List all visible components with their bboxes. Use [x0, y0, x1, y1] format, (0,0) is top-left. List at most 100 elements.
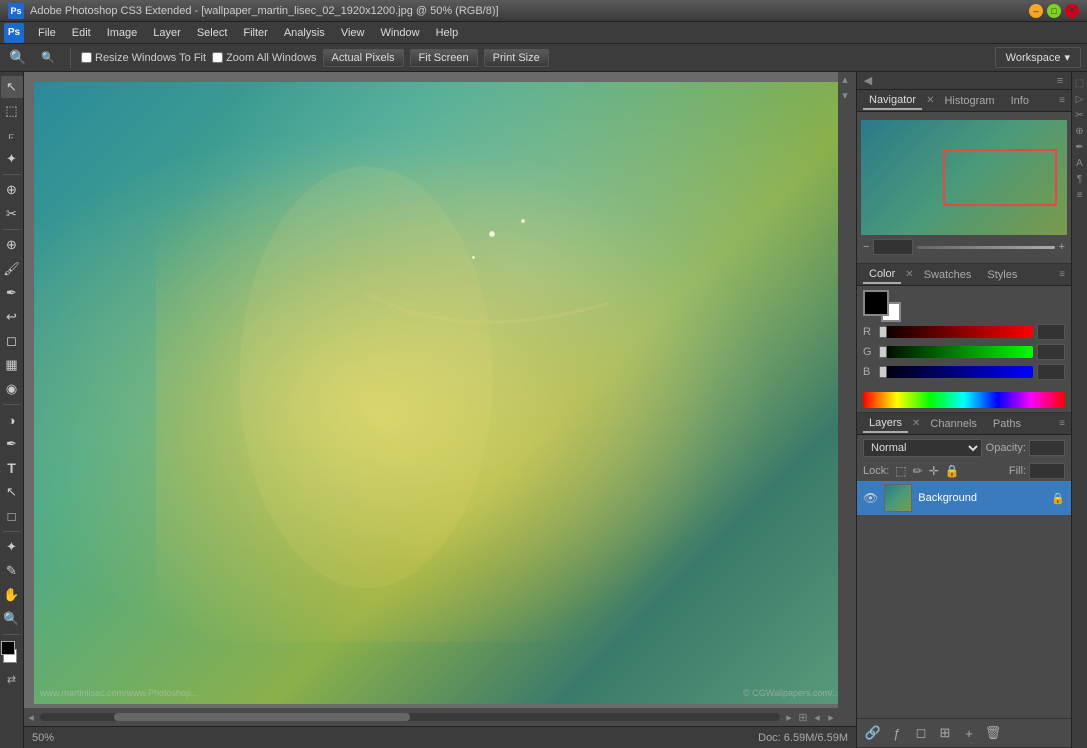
menu-help[interactable]: Help — [428, 25, 467, 41]
right-tool-3[interactable]: ✂ — [1073, 108, 1087, 122]
h-scrollbar-thumb[interactable] — [114, 713, 410, 721]
tab-styles[interactable]: Styles — [981, 267, 1023, 283]
foreground-color[interactable] — [863, 290, 889, 316]
swap-colors-icon[interactable]: ⇄ — [7, 673, 16, 686]
layer-background-row[interactable]: 👁 Background 🔒 — [857, 481, 1071, 515]
text-tool[interactable]: T — [1, 457, 23, 479]
menu-select[interactable]: Select — [189, 25, 236, 41]
tab-navigator[interactable]: Navigator — [863, 92, 922, 110]
panel-collapse-btn[interactable]: ◀ — [861, 74, 875, 88]
add-style-btn[interactable]: ƒ — [887, 723, 907, 743]
crop-tool[interactable]: ⊕ — [1, 179, 23, 201]
fit-screen-button[interactable]: Fit Screen — [410, 49, 478, 67]
clone-tool[interactable]: ✒ — [1, 282, 23, 304]
lock-move-icon[interactable]: ✛ — [929, 464, 939, 478]
canvas-scrollbar-horizontal[interactable]: ◂ ▸ ⊞ ◂ ▸ — [24, 708, 838, 726]
scroll-left-btn[interactable]: ◂ — [24, 710, 38, 724]
workspace-button[interactable]: Workspace ▾ — [995, 47, 1081, 68]
menu-window[interactable]: Window — [372, 25, 427, 41]
magnify-plus-icon[interactable]: 🔍 — [36, 46, 60, 70]
tab-info[interactable]: Info — [1005, 93, 1035, 109]
scroll-right-btn[interactable]: ▸ — [782, 710, 796, 724]
move-tool[interactable]: ↖ — [1, 76, 23, 98]
color-spectrum-bar[interactable] — [863, 392, 1065, 408]
canvas-area[interactable]: www.martinlisec.com/www.Photoshop... © C… — [24, 72, 856, 726]
brush-tool[interactable]: 🖌 — [1, 258, 23, 280]
nav-preview-image[interactable] — [861, 120, 1067, 235]
delete-layer-btn[interactable]: 🗑 — [983, 723, 1003, 743]
scroll-up-btn[interactable]: ▴ — [838, 72, 852, 86]
tab-color[interactable]: Color — [863, 266, 901, 284]
b-slider[interactable] — [879, 366, 887, 378]
healing-tool[interactable]: ⊕ — [1, 234, 23, 256]
minimize-button[interactable]: – — [1029, 4, 1043, 18]
tab-paths[interactable]: Paths — [987, 416, 1027, 432]
canvas-scrollbar-vertical[interactable]: ▴ ▾ — [838, 72, 856, 708]
actual-pixels-button[interactable]: Actual Pixels — [323, 49, 404, 67]
blend-mode-select[interactable]: Normal — [863, 439, 982, 457]
resize-windows-input[interactable] — [81, 52, 92, 63]
dodge-tool[interactable]: ◑ — [1, 409, 23, 431]
maximize-button[interactable]: □ — [1047, 4, 1061, 18]
zoom-all-input[interactable] — [212, 52, 223, 63]
menu-edit[interactable]: Edit — [64, 25, 99, 41]
slice-tool[interactable]: ✂ — [1, 203, 23, 225]
panel-menu-btn[interactable]: ≡ — [1053, 74, 1067, 88]
right-tool-4[interactable]: ⊕ — [1073, 124, 1087, 138]
blur-tool[interactable]: ◉ — [1, 378, 23, 400]
scroll-prev-frame[interactable]: ◂ — [810, 710, 824, 724]
panel-expand-icon[interactable]: ≡ — [1059, 95, 1065, 106]
right-tool-5[interactable]: ✒ — [1073, 140, 1087, 154]
color-close-icon[interactable]: ✕ — [905, 269, 913, 280]
tab-swatches[interactable]: Swatches — [918, 267, 978, 283]
scroll-expand-icon[interactable]: ⊞ — [796, 710, 810, 724]
lasso-tool[interactable]: ⟔ — [1, 124, 23, 146]
tab-layers[interactable]: Layers — [863, 415, 908, 433]
b-value-input[interactable]: 0 — [1037, 364, 1065, 380]
hand-tool[interactable]: ✋ — [1, 584, 23, 606]
layers-close-icon[interactable]: ✕ — [912, 418, 920, 429]
right-tool-2[interactable]: ▷ — [1073, 92, 1087, 106]
eyedropper-tool[interactable]: ✦ — [1, 536, 23, 558]
zoom-all-checkbox[interactable]: Zoom All Windows — [212, 52, 316, 64]
fill-input[interactable]: 100% — [1029, 463, 1065, 479]
h-scrollbar-track[interactable] — [40, 713, 780, 721]
lock-transparent-icon[interactable]: ⬚ — [895, 464, 906, 478]
magic-wand-tool[interactable]: ✦ — [1, 148, 23, 170]
color-panel-expand-icon[interactable]: ≡ — [1059, 269, 1065, 280]
g-slider[interactable] — [879, 346, 887, 358]
zoom-minus-icon[interactable]: − — [863, 241, 869, 253]
b-channel-bar[interactable] — [879, 366, 1033, 378]
right-tool-1[interactable]: ⬚ — [1073, 76, 1087, 90]
pen-tool[interactable]: ✒ — [1, 433, 23, 455]
r-channel-bar[interactable] — [879, 326, 1033, 338]
new-layer-btn[interactable]: + — [959, 723, 979, 743]
g-value-input[interactable]: 0 — [1037, 344, 1065, 360]
zoom-slider[interactable] — [917, 246, 1054, 249]
print-size-button[interactable]: Print Size — [484, 49, 549, 67]
layer-visibility-icon[interactable]: 👁 — [863, 491, 878, 505]
right-tool-8[interactable]: ≡ — [1073, 188, 1087, 202]
menu-view[interactable]: View — [333, 25, 373, 41]
scroll-next-frame[interactable]: ▸ — [824, 710, 838, 724]
shape-tool[interactable]: □ — [1, 505, 23, 527]
menu-analysis[interactable]: Analysis — [276, 25, 333, 41]
menu-filter[interactable]: Filter — [235, 25, 275, 41]
lock-brush-icon[interactable]: ✏ — [913, 464, 923, 478]
close-button[interactable]: ✕ — [1065, 4, 1079, 18]
lock-all-icon[interactable]: 🔒 — [945, 464, 960, 478]
layers-panel-expand-icon[interactable]: ≡ — [1059, 418, 1065, 429]
r-slider[interactable] — [879, 326, 887, 338]
menu-image[interactable]: Image — [99, 25, 146, 41]
create-group-btn[interactable]: ⊞ — [935, 723, 955, 743]
gradient-tool[interactable]: ▦ — [1, 354, 23, 376]
tab-channels[interactable]: Channels — [924, 416, 982, 432]
r-value-input[interactable]: 0 — [1037, 324, 1065, 340]
resize-windows-checkbox[interactable]: Resize Windows To Fit — [81, 52, 206, 64]
history-tool[interactable]: ↩ — [1, 306, 23, 328]
path-select-tool[interactable]: ↖ — [1, 481, 23, 503]
menu-file[interactable]: File — [30, 25, 64, 41]
tab-histogram[interactable]: Histogram — [938, 93, 1000, 109]
right-tool-6[interactable]: A — [1073, 156, 1087, 170]
magnify-minus-icon[interactable]: 🔍 — [6, 46, 30, 70]
